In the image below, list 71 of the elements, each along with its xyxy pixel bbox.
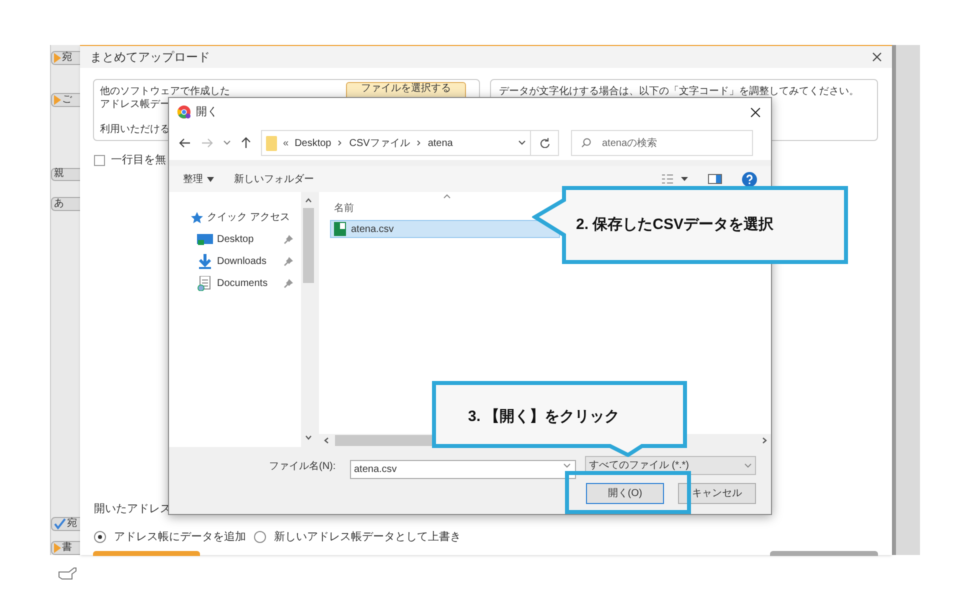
sort-caret-icon (443, 194, 451, 199)
triangle-icon (54, 94, 61, 105)
path-text: « (283, 136, 289, 150)
chevron-down-icon[interactable] (305, 435, 312, 440)
refresh-button[interactable] (531, 130, 559, 156)
nav-heading[interactable]: クイック アクセス (207, 210, 290, 225)
nav-item[interactable]: Documents (217, 276, 280, 291)
dialog-title: 開く (196, 104, 219, 120)
search-icon (581, 138, 591, 148)
chevron-right-icon (416, 140, 422, 146)
up-arrow-icon[interactable] (241, 137, 251, 149)
open-button[interactable]: 開く(O) (586, 483, 664, 504)
file-name: atena.csv (351, 222, 394, 236)
refresh-icon (540, 138, 550, 148)
search-field[interactable]: atenaの検索 (571, 130, 753, 156)
browser-icon (177, 105, 191, 119)
preview-pane-icon[interactable] (708, 174, 722, 184)
chevron-right-icon[interactable] (762, 437, 767, 444)
radio-label: アドレス帳にデータを追加 (114, 530, 246, 545)
info-text: データが文字化けする場合は、以下の「文字コード」を調整してみてください。 (499, 84, 860, 99)
nav-item[interactable]: Downloads (217, 254, 280, 269)
breadcrumb[interactable]: CSVファイル (349, 136, 410, 150)
info-text: 他のソフトウェアで作成した (100, 84, 230, 99)
sidebar-tab[interactable]: ご (51, 92, 82, 107)
chevron-right-icon (337, 140, 344, 146)
star-icon (191, 212, 203, 224)
back-arrow-icon[interactable] (179, 138, 191, 148)
filename-field[interactable]: atena.csv (350, 460, 576, 479)
chevron-down-icon[interactable] (563, 463, 571, 468)
document-icon (197, 276, 213, 291)
folder-icon (266, 136, 277, 150)
checkbox-label: 一行目を無 (111, 153, 166, 168)
view-options-icon[interactable] (662, 174, 688, 184)
dialog-title: まとめてアップロード (90, 49, 210, 66)
chevron-down-icon[interactable] (223, 140, 231, 146)
sidebar-tab[interactable]: 宛 (51, 51, 82, 65)
breadcrumb[interactable]: Desktop (294, 136, 332, 150)
chevron-down-icon[interactable] (518, 140, 526, 146)
triangle-icon (54, 52, 61, 63)
cancel-button[interactable]: キャンセル (678, 483, 756, 504)
radio-button[interactable] (94, 531, 106, 544)
address-bar[interactable]: « Desktop CSVファイル atena (261, 130, 531, 156)
close-icon[interactable] (872, 52, 882, 62)
down-arrow-icon (197, 254, 213, 269)
chevron-down-icon (744, 463, 752, 468)
radio-label: 新しいアドレス帳データとして上書き (274, 530, 461, 545)
organize-menu[interactable]: 整理 (183, 172, 214, 186)
close-icon[interactable] (750, 106, 761, 118)
monitor-icon (197, 232, 213, 247)
checkbox[interactable] (94, 154, 105, 166)
sidebar-tab[interactable]: 親 (51, 168, 82, 182)
spreadsheet-file-icon (334, 222, 346, 236)
nav-item[interactable]: Desktop (217, 232, 280, 247)
column-header[interactable]: 名前 (334, 201, 354, 216)
chevron-left-icon[interactable] (324, 437, 329, 444)
file-row[interactable]: atena.csv (330, 220, 560, 238)
chevron-up-icon[interactable] (305, 198, 312, 203)
check-icon (54, 518, 66, 530)
triangle-icon (54, 543, 61, 554)
help-icon[interactable] (742, 172, 757, 186)
callout-text: 3. 【開く】をクリック (468, 407, 620, 427)
breadcrumb[interactable]: atena (428, 136, 453, 150)
field-label: ファイル名(N): (269, 460, 336, 474)
callout-text: 2. 保存したCSVデータを選択 (576, 215, 774, 235)
sidebar-tab[interactable]: 宛 (51, 517, 82, 532)
scrollbar-thumb[interactable] (303, 208, 314, 283)
caret-down-icon (207, 176, 214, 182)
sidebar-tab[interactable]: あ (51, 197, 82, 212)
sidebar-tab[interactable]: 書 (51, 541, 82, 555)
new-folder-button[interactable]: 新しいフォルダー (234, 172, 314, 186)
radio-button[interactable] (254, 531, 266, 544)
